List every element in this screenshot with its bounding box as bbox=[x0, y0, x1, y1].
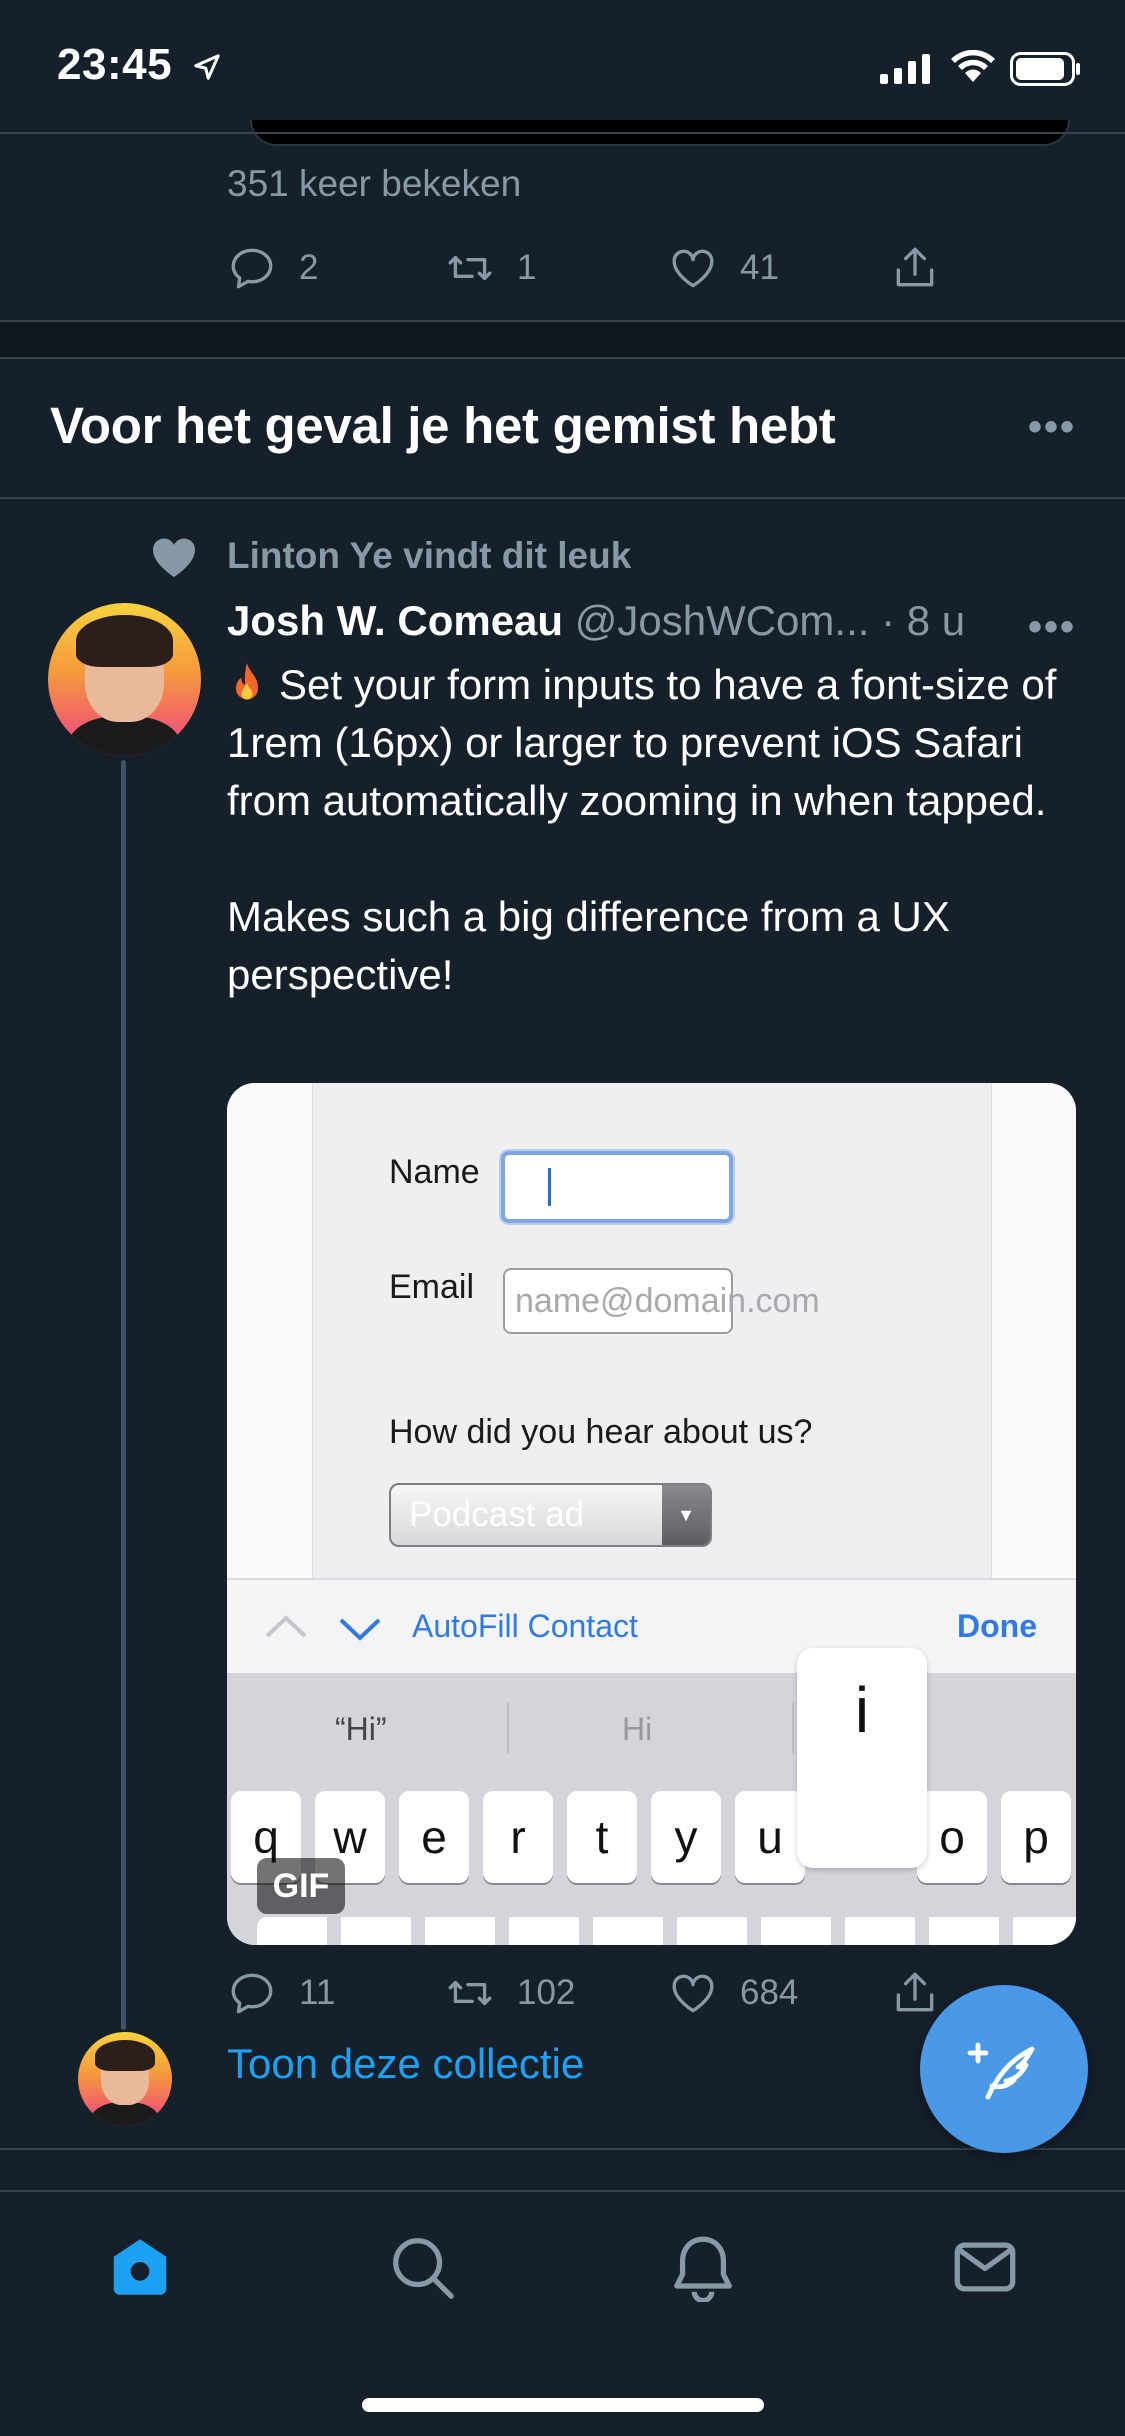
keyboard-toolbar: AutoFill Contact Done bbox=[227, 1578, 1076, 1673]
tweet-media-gif[interactable]: Name Hi Email name@domain.com How did yo… bbox=[227, 1083, 1076, 1945]
key-e: e bbox=[399, 1791, 469, 1883]
liked-by-label[interactable]: Linton Ye vindt dit leuk bbox=[227, 535, 631, 577]
key-y: y bbox=[651, 1791, 721, 1883]
collection-avatar[interactable] bbox=[78, 2032, 172, 2126]
wifi-icon bbox=[951, 50, 995, 82]
tab-notifications-icon[interactable] bbox=[668, 2232, 738, 2302]
location-arrow-icon bbox=[194, 54, 220, 80]
key-r: r bbox=[483, 1791, 553, 1883]
tab-home-icon[interactable] bbox=[105, 2232, 175, 2302]
tab-messages-icon[interactable] bbox=[950, 2232, 1020, 2302]
reply-button[interactable]: 2 bbox=[227, 243, 318, 293]
like-button[interactable]: 41 bbox=[668, 243, 779, 293]
form-email-placeholder: name@domain.com bbox=[515, 1281, 820, 1320]
like-count: 41 bbox=[740, 248, 779, 287]
share-icon bbox=[896, 247, 934, 287]
form-question: How did you hear about us? bbox=[389, 1413, 813, 1451]
tweet-text: Set your form inputs to have a font-size… bbox=[227, 656, 1082, 1004]
divider bbox=[0, 357, 1125, 359]
reply-button[interactable]: 11 bbox=[227, 1968, 335, 2018]
author-name[interactable]: Josh W. Comeau bbox=[227, 597, 563, 644]
reply-icon bbox=[231, 1973, 273, 2014]
form-select-value: Podcast ad bbox=[409, 1495, 585, 1534]
view-count: 351 keer bekeken bbox=[227, 163, 522, 204]
section-title: Voor het geval je het gemist hebt bbox=[50, 397, 836, 454]
suggestion-2: Hi bbox=[622, 1711, 653, 1747]
keyboard-keys: q w e r t y u o p bbox=[227, 1783, 1076, 1945]
like-count: 684 bbox=[740, 1973, 799, 2012]
chevron-up-icon bbox=[265, 1615, 307, 1638]
share-button[interactable] bbox=[890, 243, 940, 293]
author-handle[interactable]: @JoshWCom... bbox=[575, 597, 870, 644]
form-email-input: name@domain.com bbox=[503, 1268, 820, 1334]
tweet-more-button[interactable]: ••• bbox=[1028, 605, 1076, 650]
tweet-text-body: Set your form inputs to have a font-size… bbox=[227, 661, 1057, 998]
heart-icon bbox=[672, 1974, 714, 2013]
header-divider bbox=[0, 132, 1125, 134]
gif-badge: GIF bbox=[257, 1858, 345, 1914]
like-button[interactable]: 684 bbox=[668, 1968, 798, 2018]
status-time: 23:45 bbox=[57, 40, 173, 89]
retweet-icon bbox=[448, 1980, 492, 2006]
tab-search-icon[interactable] bbox=[387, 2232, 457, 2302]
fire-emoji-icon bbox=[236, 662, 258, 700]
battery-icon bbox=[1010, 52, 1080, 86]
show-collection-link[interactable]: Toon deze collectie bbox=[227, 2040, 584, 2088]
form-name-label: Name bbox=[389, 1153, 480, 1191]
retweet-count: 1 bbox=[517, 248, 537, 287]
key-o: o bbox=[917, 1791, 987, 1883]
form-select: Podcast ad ▼ bbox=[389, 1483, 712, 1547]
retweet-button[interactable]: 1 bbox=[445, 243, 536, 293]
thread-line bbox=[121, 760, 126, 2030]
liked-heart-icon bbox=[152, 538, 196, 577]
key-t: t bbox=[567, 1791, 637, 1883]
reply-count: 2 bbox=[299, 248, 319, 287]
suggestion-1: “Hi” bbox=[335, 1711, 387, 1747]
section-more-button[interactable]: ••• bbox=[1028, 405, 1076, 450]
done-label: Done bbox=[957, 1608, 1037, 1644]
tweet-header[interactable]: Josh W. Comeau @JoshWCom... · 8 u bbox=[227, 597, 965, 645]
section-spacer bbox=[0, 322, 1125, 358]
cellular-signal-icon bbox=[880, 54, 930, 84]
keyboard-suggestions: “Hi” Hi bbox=[227, 1673, 1076, 1783]
form-email-label: Email bbox=[389, 1268, 475, 1306]
compose-tweet-button[interactable] bbox=[920, 1985, 1088, 2153]
home-indicator[interactable] bbox=[362, 2398, 764, 2412]
heart-icon bbox=[672, 249, 714, 288]
retweet-count: 102 bbox=[517, 1973, 576, 2012]
share-icon bbox=[896, 1972, 934, 2012]
compose-feather-icon bbox=[967, 2042, 1035, 2100]
form-name-value: Hi bbox=[515, 1167, 548, 1206]
divider bbox=[0, 497, 1125, 499]
tweet-time: · 8 u bbox=[881, 597, 966, 644]
select-arrow-icon: ▼ bbox=[662, 1485, 710, 1545]
key-popup-i: i bbox=[797, 1648, 927, 1868]
author-avatar[interactable] bbox=[48, 603, 201, 756]
retweet-button[interactable]: 102 bbox=[445, 1968, 575, 2018]
reply-count: 11 bbox=[299, 1973, 336, 2012]
divider bbox=[0, 2148, 1125, 2150]
key-u: u bbox=[735, 1791, 805, 1883]
key-p: p bbox=[1001, 1791, 1071, 1883]
chevron-down-icon bbox=[339, 1618, 381, 1641]
retweet-icon bbox=[448, 255, 492, 281]
autofill-contact-label: AutoFill Contact bbox=[412, 1608, 638, 1644]
share-button[interactable] bbox=[890, 1968, 940, 2018]
form-name-input: Hi bbox=[501, 1151, 733, 1223]
reply-icon bbox=[231, 248, 273, 289]
